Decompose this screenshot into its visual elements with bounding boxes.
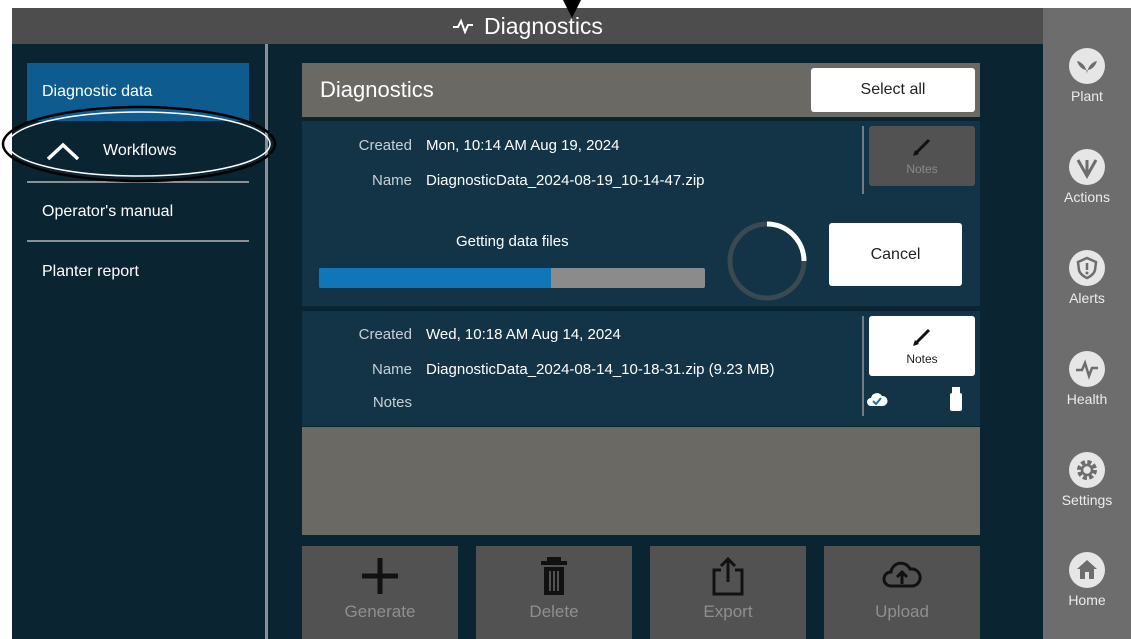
nav-plant[interactable]: Plant [1043,44,1131,140]
created-value: Wed, 10:18 AM Aug 14, 2024 [426,326,621,343]
notes-label: Notes [372,394,412,411]
alert-shield-icon [1069,250,1105,286]
pencil-icon [913,138,931,156]
trash-icon [541,557,567,595]
nav-health[interactable]: Health [1043,347,1131,443]
notes-button-label: Notes [906,352,938,366]
loading-spinner-icon [727,221,807,301]
nav-label: Health [1066,391,1108,407]
delete-label: Delete [529,602,579,621]
delete-button[interactable]: Delete [476,546,632,639]
nav-actions[interactable]: Actions [1043,145,1131,241]
nav-label: Home [1068,592,1106,608]
heartbeat-icon [1069,351,1105,387]
sidebar-item-diagnostic-data[interactable]: Diagnostic data [27,63,249,121]
upload-label: Upload [875,602,929,621]
notes-button-label: Notes [906,162,938,176]
progress-label: Getting data files [456,233,569,250]
plant-icon [1069,48,1105,84]
share-export-icon [712,556,744,596]
plus-icon [362,558,398,594]
nav-home[interactable]: Home [1043,548,1131,639]
progress-bar [319,268,705,288]
divider [27,240,249,242]
generate-label: Generate [344,602,416,621]
nav-label: Plant [1071,88,1103,104]
name-label: Name [371,172,412,189]
gear-icon [1069,452,1105,488]
sidebar-item-operators-manual[interactable]: Operator's manual [27,183,249,241]
section-title: Diagnostics [320,77,434,102]
cloud-check-icon [867,393,888,406]
home-icon [1069,552,1105,588]
sidebar-item-label: Operator's manual [42,203,174,220]
cancel-button[interactable]: Cancel [829,223,962,286]
nav-label: Actions [1064,189,1110,205]
page-title: Diagnostics [484,12,603,39]
actions-icon [1069,149,1105,185]
export-button[interactable]: Export [650,546,806,639]
sidebar-item-label: Planter report [42,263,139,280]
upload-button[interactable]: Upload [824,546,980,639]
divider [862,126,864,194]
name-label: Name [371,361,412,378]
pointer-arrow-icon [563,0,581,18]
name-value: DiagnosticData_2024-08-14_10-18-31.zip (… [426,361,775,378]
created-label: Created [358,326,412,343]
sidebar-item-planter-report[interactable]: Planter report [27,243,249,301]
notes-button[interactable]: Notes [869,126,975,186]
select-all-button[interactable]: Select all [811,68,975,112]
sidebar-item-label: Workflows [103,142,177,159]
sidebar-item-label: Diagnostic data [42,83,153,100]
created-value: Mon, 10:14 AM Aug 19, 2024 [426,137,620,154]
chevron-up-icon [46,142,80,161]
sidebar-item-workflows[interactable]: Workflows [27,122,249,180]
progress-fill [319,268,551,288]
divider [862,316,864,416]
created-label: Created [358,137,412,154]
nav-label: Settings [1061,492,1113,508]
nav-settings[interactable]: Settings [1043,448,1131,544]
nav-label: Alerts [1069,290,1105,306]
empty-list-area [302,427,980,535]
export-label: Export [703,602,753,621]
usb-drive-icon [950,387,962,411]
generate-button[interactable]: Generate [302,546,458,639]
nav-alerts[interactable]: Alerts [1043,246,1131,342]
heartbeat-icon [453,18,474,34]
notes-button[interactable]: Notes [869,316,975,376]
name-value: DiagnosticData_2024-08-19_10-14-47.zip [426,172,705,189]
sidebar-divider [265,44,268,639]
cloud-upload-icon [882,561,922,588]
pencil-icon [913,328,931,346]
title-bar: Diagnostics [12,8,1043,44]
